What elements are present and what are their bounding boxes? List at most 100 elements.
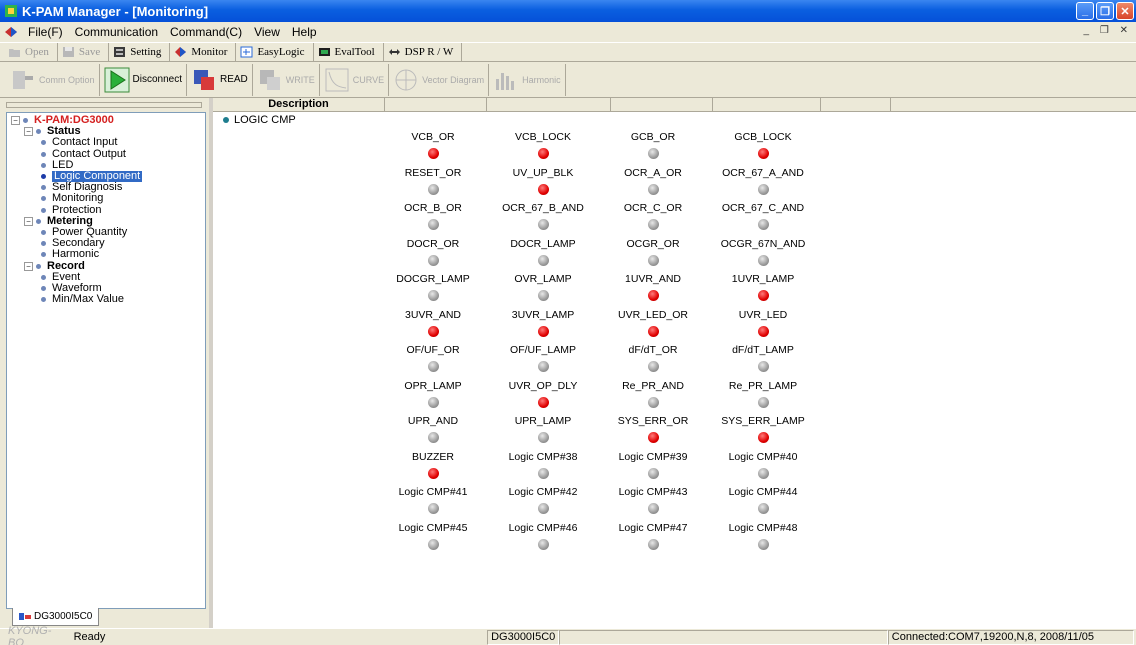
tree-item-self-diagnosis[interactable]: Self Diagnosis [11,182,205,193]
tree-group-record[interactable]: − Record [11,260,205,271]
logic-component-lamp: Logic CMP#39 [598,450,708,486]
monitor-button[interactable]: Monitor [170,43,237,61]
tree-item-min-max-value[interactable]: Min/Max Value [11,294,205,305]
menu-communication[interactable]: Communication [69,25,164,39]
lamp-off-indicator [427,219,439,230]
lamp-on-indicator [537,148,549,159]
tree-root[interactable]: − K-PAM:DG3000 [11,115,205,126]
tree-item-secondary[interactable]: Secondary [11,238,205,249]
node-icon [36,218,41,224]
disconnect-button[interactable]: Disconnect [100,63,187,96]
tree-item-harmonic[interactable]: Harmonic [11,249,205,260]
document-icon [5,27,17,37]
tree-item-contact-input[interactable]: Contact Input [11,137,205,148]
lamp-off-indicator [647,183,659,195]
logic-component-lamp: 1UVR_LAMP [708,272,818,308]
open-button[interactable]: Open [4,43,58,61]
logic-component-lamp: OF/UF_OR [378,343,488,379]
restore-button[interactable]: ❐ [1096,2,1114,20]
lamp-label: Logic CMP#45 [398,521,468,534]
mdi-controls[interactable]: _ ❐ ✕ [1084,25,1132,36]
easylogic-button[interactable]: EasyLogic [236,43,314,61]
tree-item-contact-output[interactable]: Contact Output [11,148,205,160]
column-header[interactable] [821,98,891,112]
logic-component-lamp: DOCGR_LAMP [378,272,488,308]
lamp-label: OCR_67_B_AND [502,202,584,214]
monitor-icon [175,47,187,57]
collapse-icon[interactable]: − [11,116,20,126]
main-toolbar: Open Save Setting Monitor EasyLogic Eval… [0,42,1136,62]
tree-item-monitoring[interactable]: Monitoring [11,193,205,204]
device-tab-label: DG3000I5C0 [34,611,93,622]
lamp-off-indicator [647,148,659,159]
status-connection: Connected:COM7,19200,N,8, 2008/11/05 11:… [887,629,1134,645]
tree-item-event[interactable]: Event [11,271,205,283]
logic-component-lamp: OF/UF_LAMP [488,343,598,379]
column-header[interactable] [487,98,611,112]
section-title: LOGIC CMP [234,114,296,126]
logic-component-lamp: Logic CMP#40 [708,450,818,486]
lamp-label: OPR_LAMP [404,379,462,392]
curve-button[interactable]: CURVE [320,63,390,96]
logic-component-lamp: SYS_ERR_OR [598,414,708,450]
menu-view[interactable]: View [248,25,286,39]
logic-component-lamp: OCR_67_A_AND [708,166,818,202]
lamp-label: SYS_ERR_LAMP [721,415,805,427]
column-header[interactable] [611,98,713,112]
lamp-off-indicator [427,290,439,301]
logic-component-lamp: OCR_A_OR [598,166,708,202]
description-column-header[interactable]: Description [213,98,385,112]
setting-button[interactable]: Setting [109,43,171,61]
minimize-button[interactable]: _ [1076,2,1094,20]
device-tree: − K-PAM:DG3000 − Status Contact Input Co… [6,112,206,609]
logic-component-lamp: Logic CMP#46 [488,521,598,557]
comm-option-button[interactable]: Comm Option [6,63,100,96]
lamp-off-indicator [757,254,769,266]
write-label: WRITE [285,74,315,85]
lamp-off-indicator [537,254,549,266]
lamp-off-indicator [427,254,439,266]
lamp-off-indicator [427,183,439,195]
node-icon [41,297,46,303]
vector-diagram-button[interactable]: Vector Diagram [389,63,490,96]
lamp-on-indicator [757,148,769,159]
lamp-off-indicator [427,396,439,408]
harmonic-label: Harmonic [522,74,561,85]
lamp-label: 1UVR_LAMP [731,273,795,285]
menu-command[interactable]: Command(C) [164,25,248,39]
save-button[interactable]: Save [58,43,110,61]
lamp-label: UPR_AND [407,415,459,427]
menu-help[interactable]: Help [286,25,323,39]
collapse-icon[interactable]: − [24,216,33,226]
lamp-on-indicator [427,325,439,337]
logic-component-lamp: 1UVR_AND [598,272,708,308]
lamp-label: Logic CMP#44 [728,486,798,498]
dsp-rw-button[interactable]: DSP R / W [384,43,463,61]
panel-splitter[interactable] [6,102,202,108]
collapse-icon[interactable]: − [24,127,33,137]
folder-icon [9,49,20,57]
column-header[interactable] [891,98,1136,112]
tree-item-power-quantity[interactable]: Power Quantity [11,226,205,238]
menu-file[interactable]: File(F) [22,25,69,39]
tree-item-protection[interactable]: Protection [11,204,205,216]
vector-diagram-icon [395,69,417,90]
curve-icon [325,68,349,91]
column-header[interactable] [713,98,821,112]
read-button[interactable]: READ [187,63,253,96]
lamp-off-indicator [647,219,659,230]
lamp-off-indicator [537,503,549,514]
device-tab[interactable]: DG3000I5C0 [12,608,100,626]
node-icon [41,229,46,235]
write-button[interactable]: WRITE [253,63,320,96]
node-icon [23,118,28,124]
evaltool-button[interactable]: EvalTool [314,43,384,61]
close-button[interactable]: ✕ [1116,2,1134,20]
lamp-on-indicator [647,290,659,301]
column-header[interactable] [385,98,487,112]
collapse-icon[interactable]: − [24,261,33,271]
lamp-label: Logic CMP#38 [508,450,578,463]
harmonic-button[interactable]: Harmonic [489,63,566,96]
logic-component-lamp: DOCR_LAMP [488,237,598,273]
lamp-label: OCR_A_OR [624,166,682,179]
